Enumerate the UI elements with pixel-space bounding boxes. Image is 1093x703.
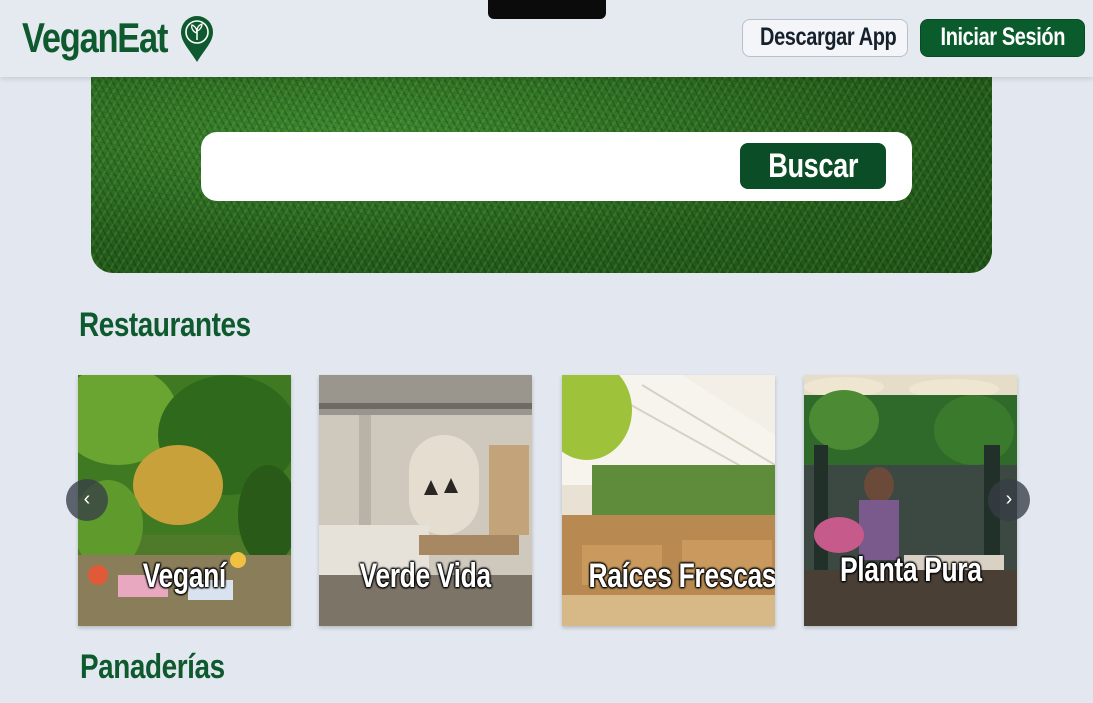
carousel-prev-button[interactable]: ‹ <box>66 479 108 521</box>
restaurant-card[interactable]: Veganí <box>78 375 291 626</box>
download-app-button[interactable]: Descargar App <box>742 19 908 57</box>
leaf-pin-icon <box>181 16 213 62</box>
restaurants-heading: Restaurantes <box>79 306 251 344</box>
chevron-left-icon: ‹ <box>83 488 91 510</box>
logo-text[interactable]: VeganEat <box>22 10 168 66</box>
restaurant-card[interactable]: Planta Pura <box>804 375 1017 626</box>
carousel-next-button[interactable]: › <box>988 479 1030 521</box>
restaurant-name: Planta Pura <box>839 551 982 589</box>
restaurant-card[interactable]: Verde Vida <box>319 375 532 626</box>
bakeries-heading: Panaderías <box>80 648 225 686</box>
search-bar: Buscar <box>201 132 912 201</box>
search-button[interactable]: Buscar <box>740 143 886 189</box>
restaurant-card[interactable]: Raíces Frescas <box>562 375 775 626</box>
camera-notch <box>488 0 606 19</box>
restaurant-name: Verde Vida <box>359 557 492 595</box>
restaurant-name: Raíces Frescas <box>588 557 775 595</box>
restaurant-name: Veganí <box>142 557 227 595</box>
chevron-right-icon: › <box>1005 488 1013 510</box>
search-input[interactable] <box>223 146 723 186</box>
login-button[interactable]: Iniciar Sesión <box>920 19 1085 57</box>
